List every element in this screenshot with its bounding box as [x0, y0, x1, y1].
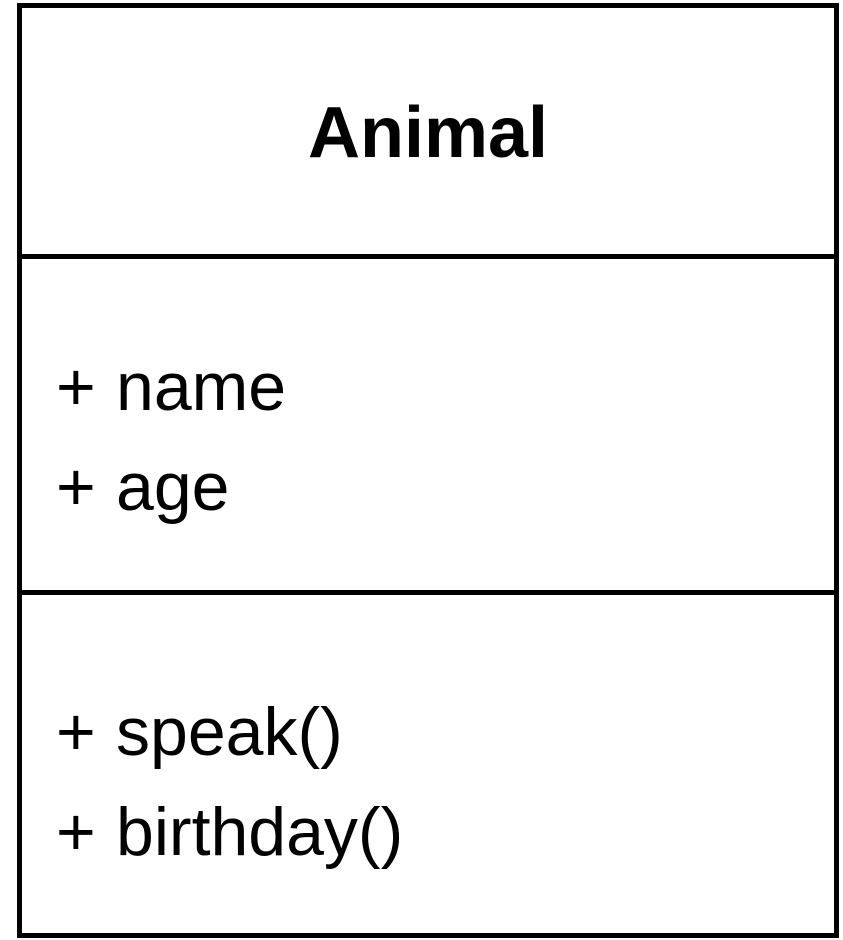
attribute-item: + age	[56, 437, 286, 537]
method-item: + birthday()	[56, 782, 403, 882]
attribute-list: + name + age	[56, 337, 286, 537]
attribute-item: + name	[56, 337, 286, 437]
visibility-marker: +	[56, 694, 96, 770]
visibility-marker: +	[56, 794, 96, 870]
attribute-name: age	[116, 449, 230, 525]
class-name: Animal	[307, 93, 549, 173]
methods-compartment: + speak() + birthday()	[22, 595, 834, 933]
uml-class-box: Animal + name + age + speak() + birthday()	[17, 3, 839, 938]
method-list: + speak() + birthday()	[56, 682, 403, 882]
class-name-compartment: Animal	[22, 8, 834, 259]
method-name: birthday()	[116, 794, 404, 870]
attributes-compartment: + name + age	[22, 259, 834, 595]
method-name: speak()	[116, 694, 343, 770]
attribute-name: name	[116, 349, 287, 425]
visibility-marker: +	[56, 349, 96, 425]
method-item: + speak()	[56, 682, 403, 782]
visibility-marker: +	[56, 449, 96, 525]
